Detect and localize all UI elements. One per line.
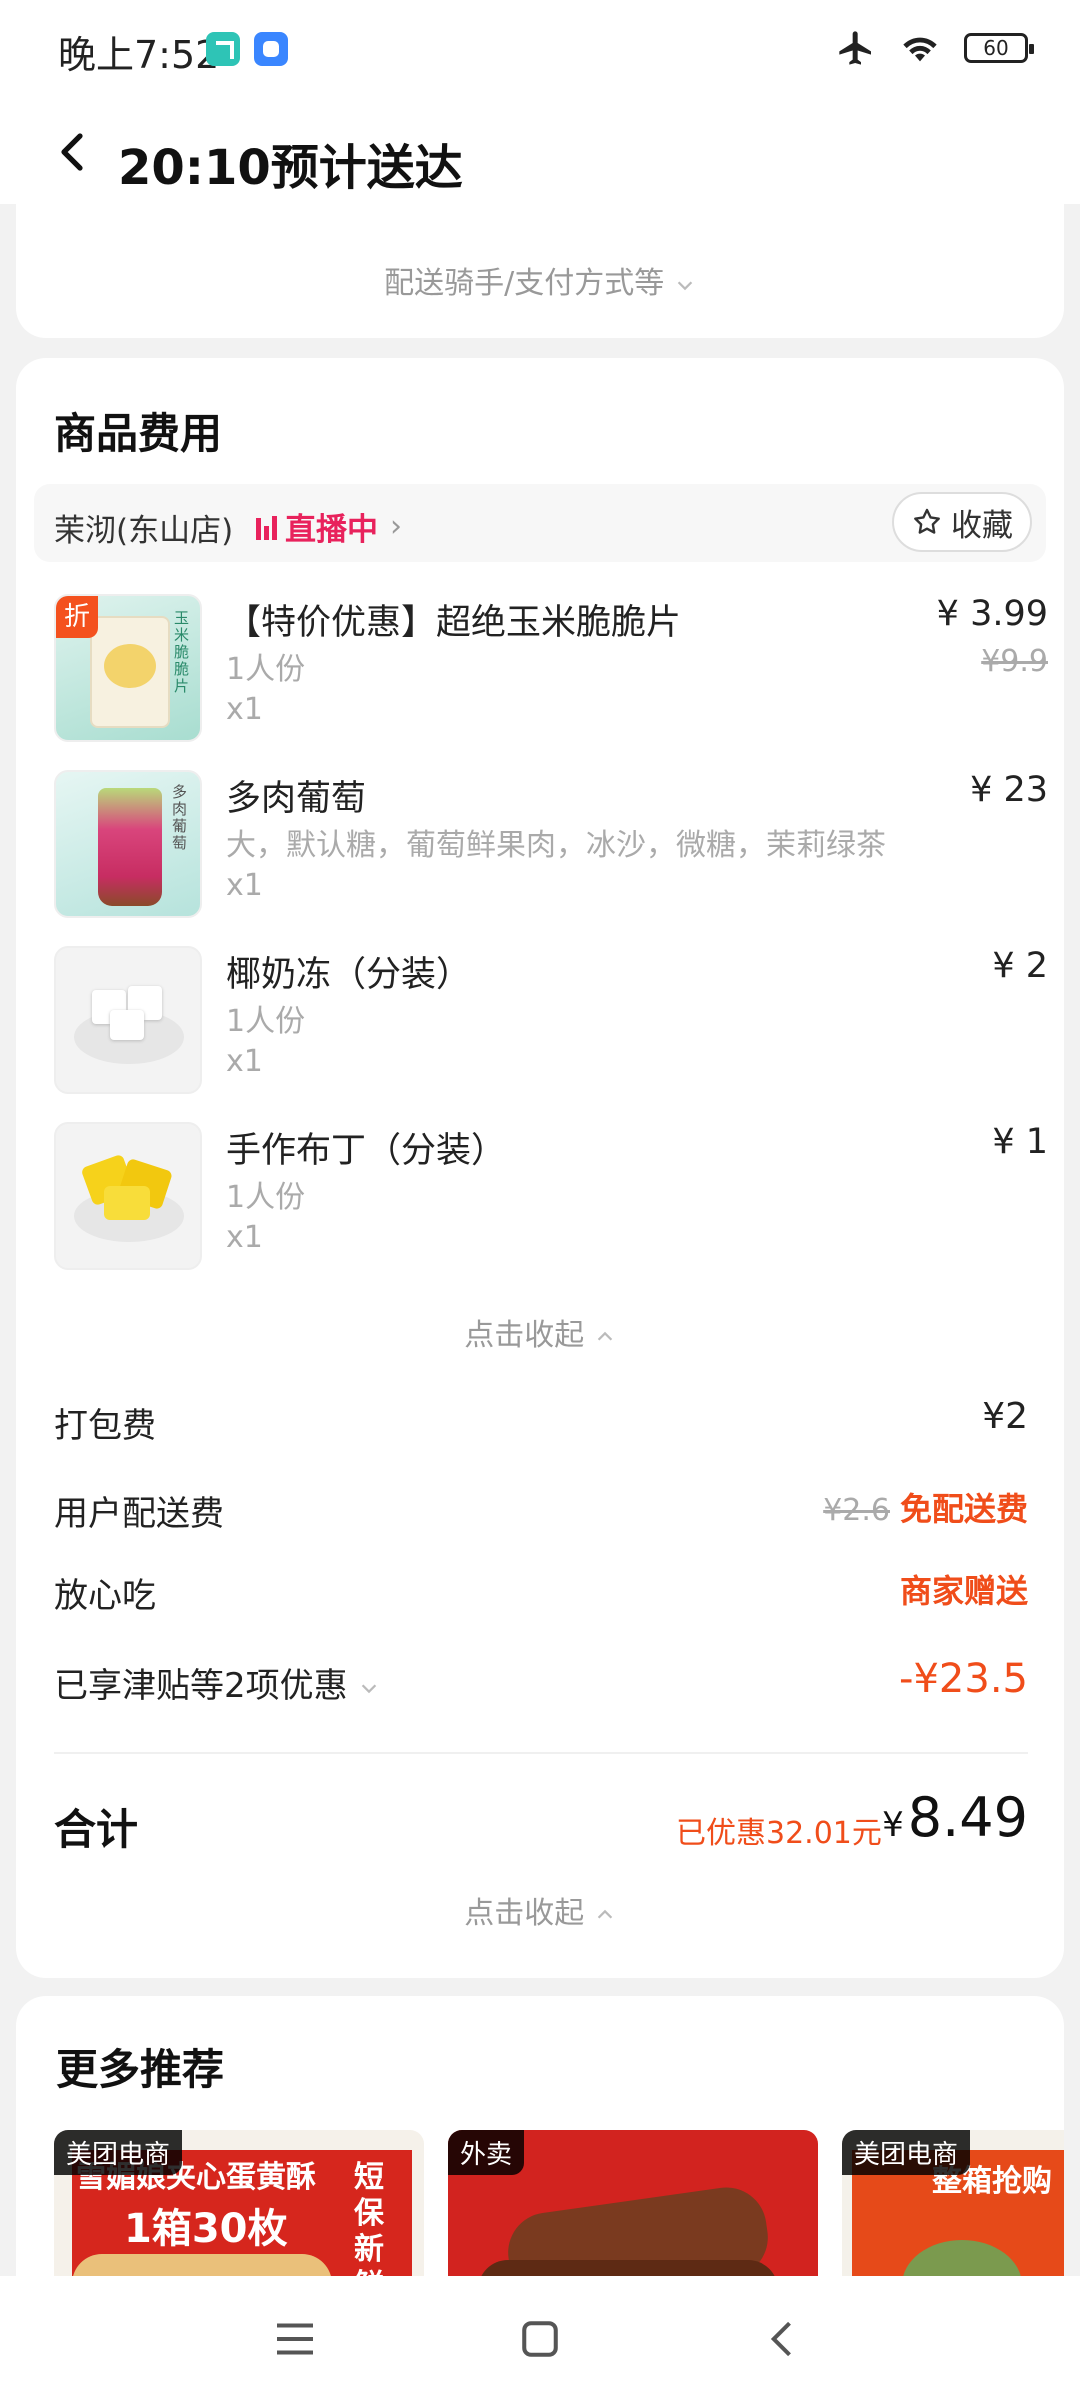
- chat-app-icon: [254, 32, 288, 66]
- favorite-label: 收藏: [951, 507, 1013, 544]
- item-image: [54, 946, 202, 1094]
- packing-fee-value: ¥2: [982, 1396, 1028, 1437]
- discounts-label: 已享津贴等2项优惠: [54, 1666, 348, 1706]
- chevron-up-icon: [597, 1909, 612, 1919]
- collapse-items-button[interactable]: 点击收起: [16, 1310, 1064, 1354]
- item-price: ¥ 1: [992, 1122, 1048, 1162]
- shop-bar[interactable]: 茉沏(东山店) 直播中 › 收藏: [34, 484, 1046, 562]
- item-name: 椰奶冻（分装）: [226, 955, 472, 995]
- item-original-price: ¥9.9: [981, 644, 1048, 679]
- item-spec: 1人份: [226, 1180, 306, 1215]
- delivery-fee-value: 免配送费: [899, 1490, 1028, 1528]
- item-name: 【特价优惠】超绝玉米脆脆片: [226, 603, 682, 643]
- status-indicators: 60: [836, 28, 1034, 68]
- status-bar: 晚上7:52 60: [0, 0, 1080, 100]
- item-image: 玉米脆脆片 折: [54, 594, 202, 742]
- item-image: [54, 1122, 202, 1270]
- order-item[interactable]: 玉米脆脆片 折 【特价优惠】超绝玉米脆脆片 1人份 x1 ¥ 3.99 ¥9.9: [54, 594, 1048, 744]
- back-icon[interactable]: [758, 2312, 812, 2366]
- expand-delivery-label: 配送骑手/支付方式等: [384, 266, 665, 301]
- collapse-total-label: 点击收起: [464, 1896, 585, 1931]
- total-currency: ¥: [882, 1805, 904, 1845]
- item-spec: 1人份: [226, 1004, 306, 1039]
- packing-fee-row: 打包费 ¥2: [54, 1392, 1028, 1448]
- assurance-label: 放心吃: [54, 1576, 156, 1616]
- star-icon: [914, 508, 940, 534]
- battery-icon: 60: [964, 33, 1034, 63]
- chevron-down-icon: [677, 280, 693, 290]
- live-indicator[interactable]: 直播中 ›: [256, 504, 402, 549]
- airplane-mode-icon: [839, 31, 871, 65]
- item-image-label: 玉米脆脆片: [174, 609, 190, 695]
- total-price: ¥8.49: [882, 1786, 1028, 1849]
- packing-fee-label: 打包费: [54, 1406, 156, 1446]
- live-bars-icon: [256, 514, 277, 540]
- item-image-label: 多肉葡萄: [172, 783, 188, 852]
- item-qty: x1: [226, 1220, 263, 1255]
- order-item[interactable]: 手作布丁（分装） 1人份 x1 ¥ 1: [54, 1122, 1048, 1272]
- delivery-info-card: 配送骑手/支付方式等: [16, 204, 1064, 338]
- home-icon[interactable]: [513, 2312, 567, 2366]
- item-image: 多肉葡萄: [54, 770, 202, 918]
- item-qty: x1: [226, 868, 263, 903]
- delivery-fee-label: 用户配送费: [54, 1494, 224, 1534]
- assurance-value: 商家赠送: [899, 1572, 1028, 1610]
- battery-level: 60: [983, 36, 1009, 60]
- top-nav: 20:10预计送达: [0, 100, 1080, 204]
- discounts-row[interactable]: 已享津贴等2项优惠 -¥23.5: [54, 1652, 1028, 1708]
- expand-delivery-info[interactable]: 配送骑手/支付方式等: [16, 258, 1064, 302]
- shop-name[interactable]: 茉沏(东山店): [54, 505, 233, 550]
- menu-icon[interactable]: [268, 2312, 322, 2366]
- page-title: 20:10预计送达: [118, 140, 463, 196]
- total-amount: 8.49: [907, 1786, 1028, 1849]
- favorite-button[interactable]: 收藏: [892, 492, 1032, 552]
- wifi-icon: [903, 37, 937, 62]
- chevron-down-icon: [362, 1683, 377, 1693]
- item-spec: 1人份: [226, 652, 306, 687]
- delivery-fee-original: ¥2.6: [823, 1493, 890, 1528]
- recommend-tag: 外卖: [448, 2130, 525, 2175]
- total-label: 合计: [54, 1805, 139, 1854]
- system-nav-bar: [0, 2276, 1080, 2400]
- status-time: 晚上7:52: [58, 33, 220, 77]
- discounts-value: -¥23.5: [899, 1656, 1028, 1702]
- item-price: ¥ 23: [970, 770, 1048, 810]
- divider: [54, 1752, 1028, 1754]
- delivery-fee-row: 用户配送费 ¥2.6 免配送费: [54, 1480, 1028, 1536]
- item-name: 多肉葡萄: [226, 779, 367, 819]
- item-spec: 大，默认糖，葡萄鲜果肉，冰沙，微糖，茉莉绿茶: [226, 828, 886, 863]
- chevron-up-icon: [597, 1331, 612, 1341]
- delivery-fee-amounts: ¥2.6 免配送费: [823, 1484, 1028, 1530]
- live-label: 直播中: [285, 512, 378, 548]
- assurance-row: 放心吃 商家赠送: [54, 1562, 1028, 1618]
- fees-card: 商品费用 茉沏(东山店) 直播中 › 收藏 玉米脆脆片 折 【特价优惠】超绝玉米…: [16, 358, 1064, 1978]
- chevron-right-icon: ›: [390, 509, 402, 544]
- item-qty: x1: [226, 1044, 263, 1079]
- recommend-title: 更多推荐: [56, 2045, 225, 2094]
- order-item[interactable]: 多肉葡萄 多肉葡萄 大，默认糖，葡萄鲜果肉，冰沙，微糖，茉莉绿茶 x1 ¥ 23: [54, 770, 1048, 920]
- item-price: ¥ 2: [992, 946, 1048, 986]
- order-item[interactable]: 椰奶冻（分装） 1人份 x1 ¥ 2: [54, 946, 1048, 1096]
- item-qty: x1: [226, 692, 263, 727]
- total-saved: 已优惠32.01元: [676, 1816, 882, 1851]
- collapse-items-label: 点击收起: [464, 1318, 585, 1353]
- discounts-label-group[interactable]: 已享津贴等2项优惠: [54, 1658, 380, 1707]
- recommend-subline: 1箱30枚: [124, 2206, 288, 2252]
- collapse-total-button[interactable]: 点击收起: [16, 1888, 1064, 1932]
- back-arrow-icon[interactable]: [50, 128, 98, 176]
- item-price: ¥ 3.99: [936, 594, 1048, 634]
- location-app-icon: [206, 32, 240, 66]
- recommend-tag: 美团电商: [842, 2130, 971, 2175]
- fees-title: 商品费用: [54, 409, 223, 458]
- discount-badge: 折: [56, 596, 98, 638]
- item-name: 手作布丁（分装）: [226, 1131, 507, 1171]
- recommend-tag: 美团电商: [54, 2130, 183, 2175]
